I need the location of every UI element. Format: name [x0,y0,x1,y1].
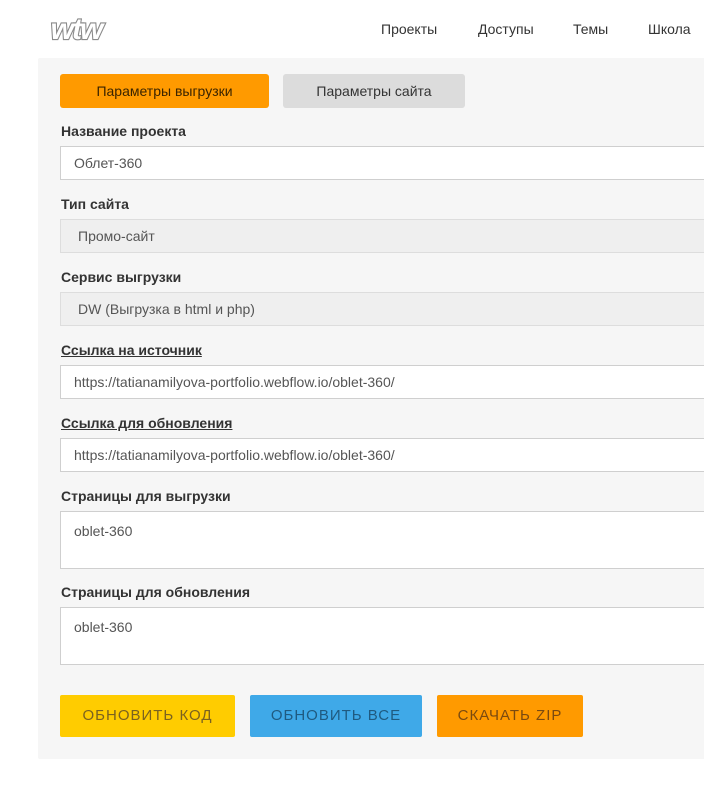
project-name-input[interactable]: Облет-360 [60,146,704,180]
download-zip-button[interactable]: СКАЧАТЬ ZIP [437,695,583,737]
nav-accesses[interactable]: Доступы [478,21,534,37]
project-name-label: Название проекта [61,123,186,139]
update-all-button[interactable]: ОБНОВИТЬ ВСЕ [250,695,422,737]
export-pages-label: Страницы для выгрузки [61,488,231,504]
site-type-label: Тип сайта [61,196,129,212]
update-pages-textarea[interactable]: oblet-360 [60,607,704,665]
update-pages-label: Страницы для обновления [61,584,251,600]
source-link-label[interactable]: Ссылка на источник [61,342,202,358]
top-nav: Проекты Доступы Темы Школа [0,21,704,41]
update-link-input[interactable]: https://tatianamilyova-portfolio.webflow… [60,438,704,472]
export-service-select[interactable]: DW (Выгрузка в html и php) [60,292,704,326]
header: wtw Проекты Доступы Темы Школа [0,0,704,58]
update-code-button[interactable]: ОБНОВИТЬ КОД [60,695,235,737]
site-type-select[interactable]: Промо-сайт [60,219,704,253]
update-link-label[interactable]: Ссылка для обновления [61,415,232,431]
nav-themes[interactable]: Темы [573,21,608,37]
tab-export-params[interactable]: Параметры выгрузки [60,74,269,108]
export-service-label: Сервис выгрузки [61,269,182,285]
nav-projects[interactable]: Проекты [381,21,437,37]
nav-school[interactable]: Школа [648,21,691,37]
export-pages-textarea[interactable]: oblet-360 [60,511,704,569]
tab-site-params[interactable]: Параметры сайта [283,74,465,108]
source-link-input[interactable]: https://tatianamilyova-portfolio.webflow… [60,365,704,399]
